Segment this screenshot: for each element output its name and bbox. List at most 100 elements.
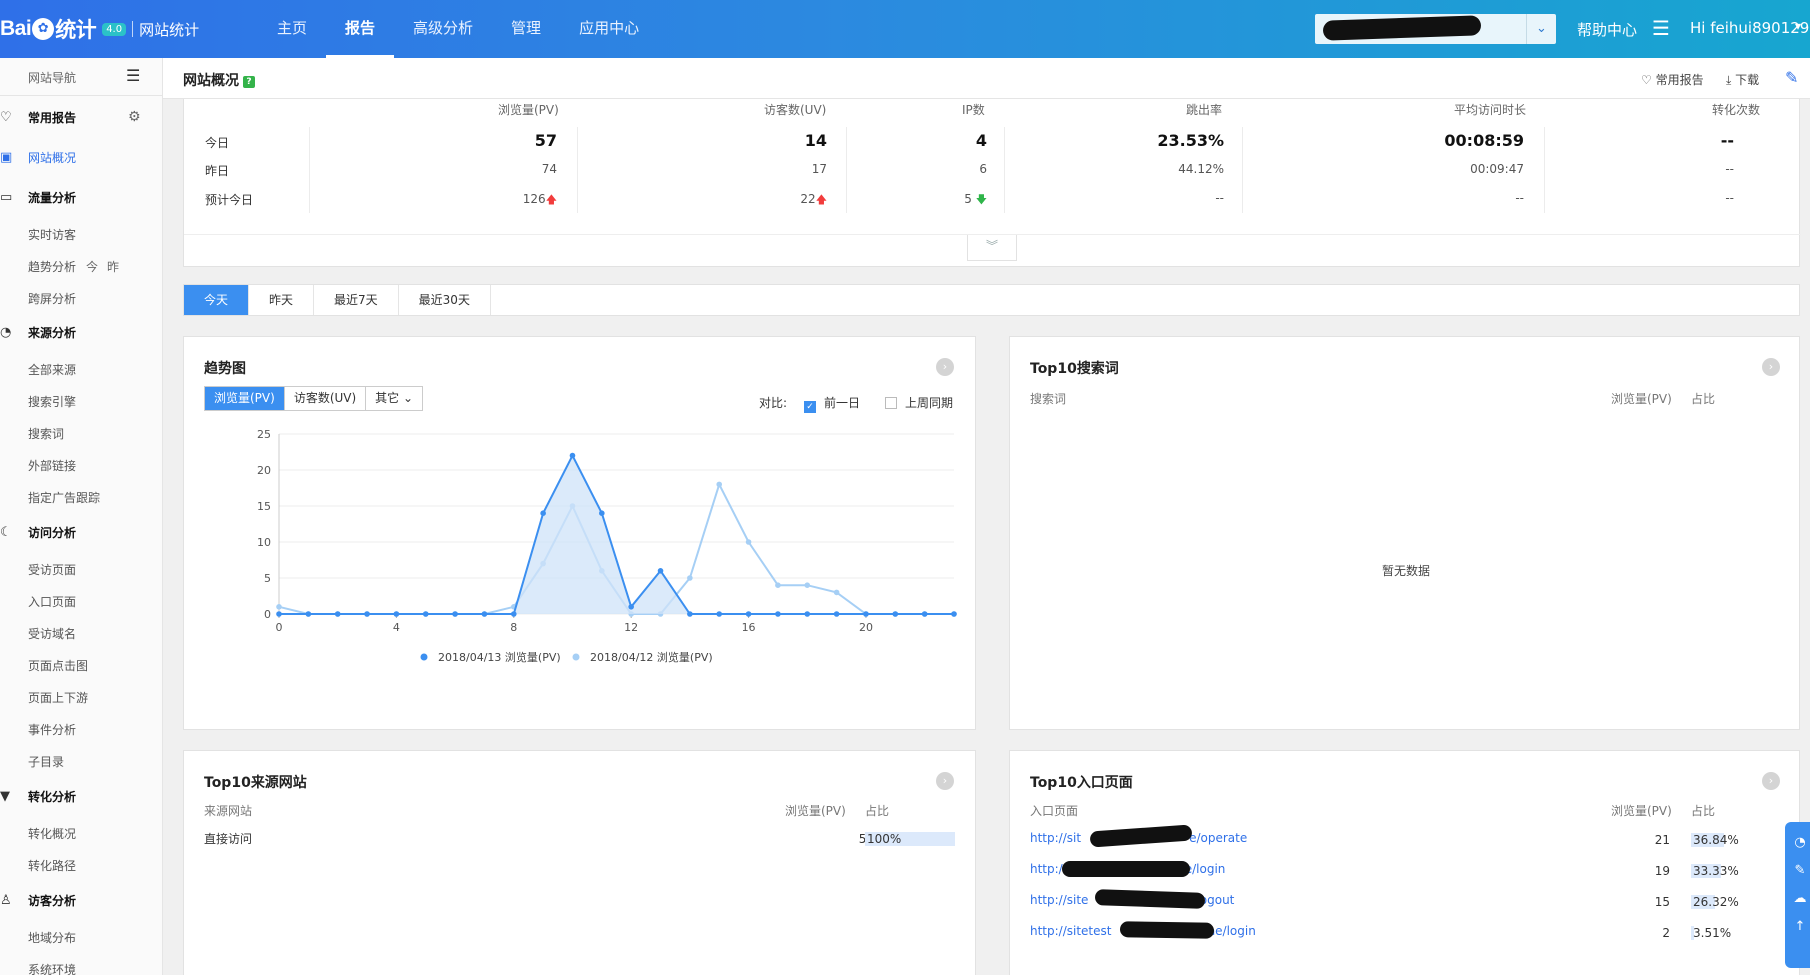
- help-icon[interactable]: ?: [243, 76, 255, 88]
- sidebar-group-traffic[interactable]: ▭ 流量分析: [0, 189, 76, 206]
- tab-yesterday[interactable]: 昨天: [249, 285, 315, 315]
- col-header-bounce: 跳出率: [1186, 103, 1223, 117]
- baidu-tongji-logo[interactable]: Bai ✿ 统计 4.0 网站统计: [0, 10, 199, 48]
- top-search-card: Top10搜索词 › 搜索词 浏览量(PV) 占比 暂无数据: [1009, 336, 1800, 730]
- sidebar-group-visitor[interactable]: ♙ 访客分析: [0, 892, 76, 909]
- sidebar-item-crossscreen[interactable]: 跨屏分析: [28, 290, 76, 307]
- tab-last-30-days[interactable]: 最近30天: [399, 285, 491, 315]
- favorite-report-button[interactable]: ♡ 常用报告: [1641, 71, 1704, 88]
- more-arrow-icon[interactable]: ›: [1762, 358, 1780, 376]
- download-button[interactable]: ⤓ 下载: [1726, 71, 1759, 88]
- data-point: [599, 510, 605, 516]
- more-arrow-icon[interactable]: ›: [1762, 772, 1780, 790]
- site-selector[interactable]: ⌄: [1315, 14, 1556, 44]
- chat-icon[interactable]: ☁: [1785, 891, 1810, 906]
- sidebar-group-label: 转化分析: [28, 790, 77, 804]
- trend-card: 趋势图 › 浏览量(PV) 访客数(UV) 其它 ⌄ 对比: ✓ 前一日 上周同期…: [183, 336, 976, 730]
- back-to-top-icon[interactable]: ↑: [1785, 919, 1810, 934]
- data-point: [687, 611, 693, 617]
- yesterday-pv: 74: [541, 162, 557, 176]
- sidebar-item-subdirectory[interactable]: 子目录: [28, 753, 64, 770]
- sidebar-item-search-engine[interactable]: 搜索引擎: [28, 393, 76, 410]
- sidebar-item-events[interactable]: 事件分析: [28, 721, 76, 738]
- more-arrow-icon[interactable]: ›: [936, 772, 954, 790]
- trend-yesterday-link[interactable]: 昨: [107, 258, 119, 275]
- checkbox-checked-icon[interactable]: ✓: [804, 401, 816, 413]
- data-point: [833, 589, 840, 596]
- data-point: [569, 452, 576, 459]
- sidebar-item-realtime[interactable]: 实时访客: [28, 226, 76, 243]
- x-tick-label: 4: [393, 621, 400, 634]
- sidebar-item-domains[interactable]: 受访域名: [28, 625, 76, 642]
- sidebar-item-system[interactable]: 系统环境: [28, 961, 76, 975]
- sidebar-item-entry-pages[interactable]: 入口页面: [28, 593, 76, 610]
- sidebar-item-geo[interactable]: 地域分布: [28, 929, 76, 946]
- compare-label: 对比:: [759, 396, 788, 410]
- collapse-sidebar-icon[interactable]: ☰: [126, 66, 140, 85]
- forecast-ip: 5 🡇: [914, 191, 987, 210]
- sidebar-item-ad-tracking[interactable]: 指定广告跟踪: [28, 489, 100, 506]
- edit-icon[interactable]: ✎: [1785, 863, 1810, 878]
- nav-manage[interactable]: 管理: [492, 0, 560, 58]
- sidebar-item-search-words[interactable]: 搜索词: [28, 425, 64, 442]
- sidebar-item-page-flow[interactable]: 页面上下游: [28, 689, 88, 706]
- metric-pv-button[interactable]: 浏览量(PV): [205, 387, 285, 410]
- entry-link-suffix: e/operate: [1189, 831, 1248, 845]
- user-greeting[interactable]: Hi feihui890129: [1690, 19, 1809, 37]
- expand-chevron-icon[interactable]: ︾: [967, 235, 1017, 261]
- entry-link-prefix: http://site: [1030, 893, 1089, 907]
- sidebar-item-external-links[interactable]: 外部链接: [28, 457, 76, 474]
- trend-today-link[interactable]: 今: [86, 258, 98, 275]
- nav-apps[interactable]: 应用中心: [560, 0, 658, 58]
- sidebar-favorites[interactable]: ♡ 常用报告: [0, 109, 76, 126]
- help-center-link[interactable]: 帮助中心: [1577, 19, 1637, 40]
- forecast-uv: 22🡅: [754, 191, 827, 210]
- yesterday-conversions: --: [1725, 162, 1734, 176]
- data-point: [276, 611, 282, 617]
- sidebar-item-trend[interactable]: 趋势分析: [28, 258, 76, 275]
- nav-reports[interactable]: 报告: [326, 0, 395, 58]
- pin-icon[interactable]: ✎: [1785, 68, 1798, 87]
- paw-icon: ✿: [32, 18, 55, 40]
- chevron-down-icon[interactable]: ⌄: [1526, 14, 1556, 44]
- y-tick-label: 0: [264, 608, 271, 621]
- sidebar-header: 网站导航 ☰: [0, 58, 162, 96]
- row-label-today: 今日: [205, 136, 230, 150]
- sidebar-group-conversion[interactable]: ▼ 转化分析: [0, 788, 76, 805]
- metric-uv-button[interactable]: 访客数(UV): [285, 387, 367, 410]
- list-menu-icon[interactable]: ☰: [1652, 16, 1670, 40]
- gear-icon[interactable]: ⚙: [128, 109, 141, 125]
- top-entry-card: Top10入口页面 › 入口页面 浏览量(PV) 占比 http://sit e/…: [1009, 750, 1800, 975]
- data-point: [422, 611, 429, 617]
- sidebar-group-visit[interactable]: ☾ 访问分析: [0, 524, 76, 541]
- sidebar-group-source[interactable]: ◔ 来源分析: [0, 324, 76, 341]
- data-point: [334, 611, 341, 617]
- user-chevron-icon[interactable]: ▾: [1795, 19, 1801, 33]
- compare-prev-day[interactable]: ✓ 前一日: [804, 394, 860, 413]
- row-label-yesterday: 昨日: [205, 164, 230, 178]
- sidebar-item-conversion-path[interactable]: 转化路径: [28, 857, 76, 874]
- legend-label: 2018/04/13 浏览量(PV): [438, 650, 561, 664]
- compare-last-week[interactable]: 上周同期: [885, 394, 953, 411]
- column-divider: [846, 127, 847, 213]
- col-header-uv: 访客数(UV): [764, 103, 827, 117]
- sidebar-item-visited-pages[interactable]: 受访页面: [28, 561, 76, 578]
- y-tick-label: 20: [257, 464, 271, 477]
- tab-last-7-days[interactable]: 最近7天: [314, 285, 399, 315]
- feedback-icon[interactable]: ◔: [1785, 835, 1810, 850]
- tab-today[interactable]: 今天: [184, 285, 250, 315]
- source-direct[interactable]: 直接访问: [204, 830, 252, 847]
- checkbox-icon[interactable]: [885, 397, 897, 409]
- data-point: [804, 611, 811, 617]
- nav-advanced[interactable]: 高级分析: [394, 0, 492, 58]
- nav-home[interactable]: 主页: [258, 0, 326, 58]
- column-divider: [1242, 127, 1243, 213]
- metric-other-dropdown[interactable]: 其它 ⌄: [366, 387, 422, 410]
- sidebar-item-all-sources[interactable]: 全部来源: [28, 361, 76, 378]
- sidebar-title: 网站导航: [28, 71, 77, 85]
- forecast-pv-value: 126: [522, 192, 546, 206]
- sidebar-item-overview[interactable]: ▣ 网站概况: [0, 149, 76, 166]
- more-arrow-icon[interactable]: ›: [936, 358, 954, 376]
- sidebar-item-click-map[interactable]: 页面点击图: [28, 657, 88, 674]
- sidebar-item-conversion-overview[interactable]: 转化概况: [28, 825, 76, 842]
